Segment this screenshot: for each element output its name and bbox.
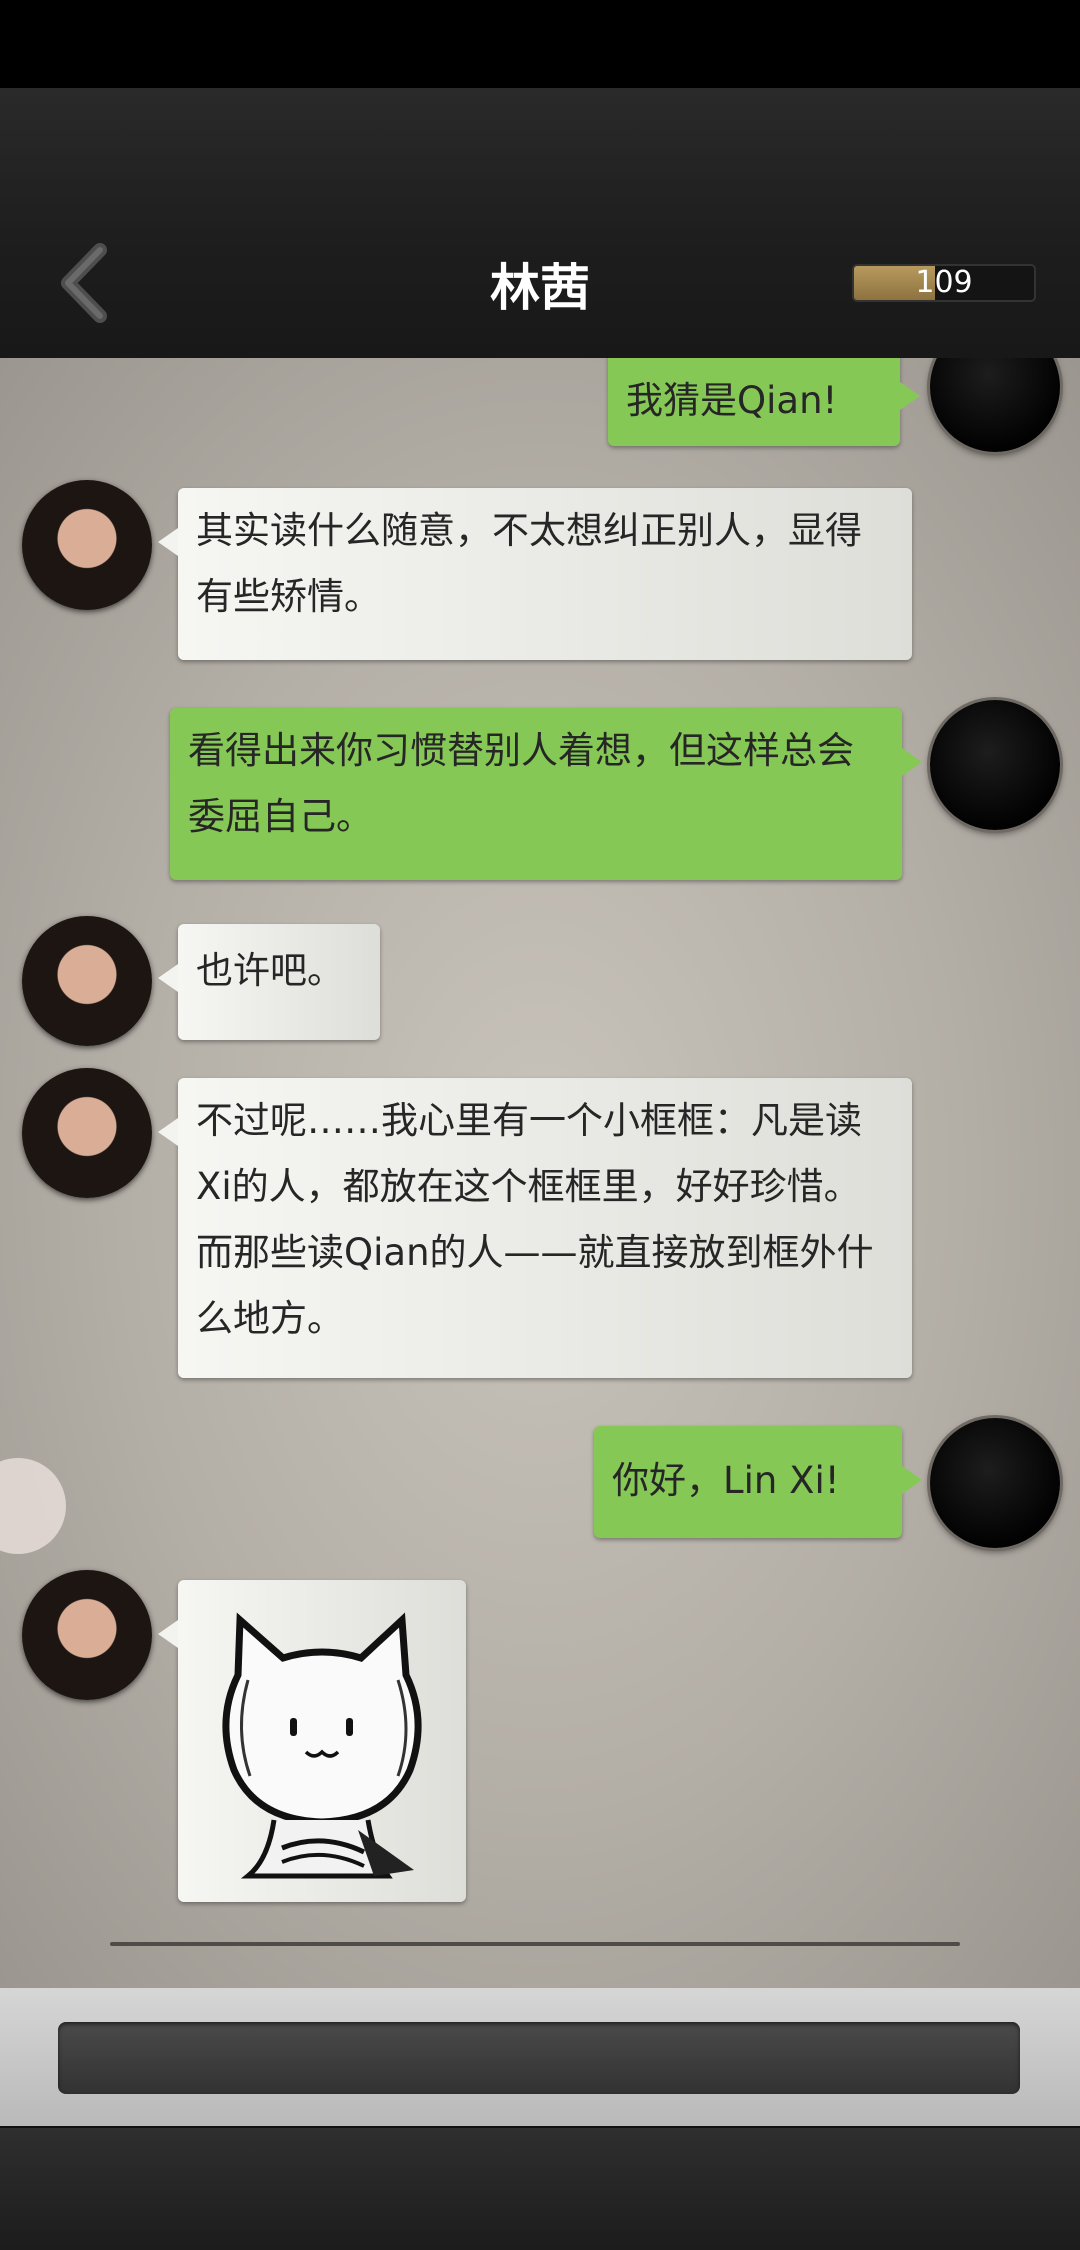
my-avatar — [930, 1418, 1060, 1548]
chat-header: 林茜 — [0, 88, 1080, 360]
message-bubble-incoming: 其实读什么随意，不太想纠正别人，显得有些矫情。 — [158, 488, 912, 660]
floating-assistant-icon[interactable] — [0, 1458, 66, 1554]
sticker-bubble[interactable] — [158, 1580, 466, 1902]
score-value: 109 — [915, 265, 973, 300]
chat-area[interactable]: 我猜是Qian! 其实读什么随意，不太想纠正别人，显得有些矫情。 看得出来你习惯… — [0, 358, 1080, 1988]
chat-divider — [110, 1942, 960, 1946]
linqian-avatar[interactable] — [22, 916, 152, 1046]
message-text: 不过呢……我心里有一个小框框：凡是读Xi的人，都放在这个框框里，好好珍惜。而那些… — [196, 1099, 874, 1340]
affection-score-bar: 109 — [852, 264, 1036, 302]
linqian-avatar[interactable] — [22, 1570, 152, 1700]
linqian-avatar[interactable] — [22, 480, 152, 610]
message-text: 其实读什么随意，不太想纠正别人，显得有些矫情。 — [196, 509, 862, 618]
message-text: 你好，Lin Xi! — [612, 1459, 840, 1502]
my-avatar — [930, 358, 1060, 452]
message-input[interactable] — [58, 2022, 1020, 2094]
message-text: 我猜是Qian! — [626, 379, 838, 422]
message-bubble-incoming: 不过呢……我心里有一个小框框：凡是读Xi的人，都放在这个框框里，好好珍惜。而那些… — [158, 1078, 912, 1378]
message-text: 看得出来你习惯替别人着想，但这样总会委屈自己。 — [188, 729, 854, 838]
message-bubble-outgoing: 你好，Lin Xi! — [594, 1426, 922, 1538]
input-bar — [0, 1988, 1080, 2126]
my-avatar — [930, 700, 1060, 830]
status-bar — [0, 0, 1080, 88]
message-bubble-outgoing: 看得出来你习惯替别人着想，但这样总会委屈自己。 — [170, 708, 922, 880]
message-bubble-incoming: 也许吧。 — [158, 924, 380, 1040]
linqian-avatar[interactable] — [22, 1068, 152, 1198]
bottom-bar — [0, 2126, 1080, 2250]
cat-sticker-icon — [222, 1612, 422, 1879]
message-text: 也许吧。 — [196, 949, 344, 992]
message-bubble-outgoing: 我猜是Qian! — [608, 358, 920, 446]
